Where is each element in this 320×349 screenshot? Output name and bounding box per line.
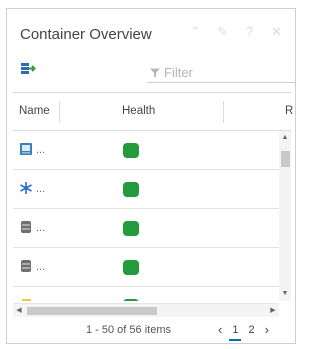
datastore-icon [21,221,31,233]
filter-field[interactable] [147,63,295,83]
table-row[interactable]: ... [13,170,279,209]
item-count: 1 - 50 of 56 items [86,324,171,336]
help-icon[interactable]: ? [243,25,256,39]
pencil-icon[interactable]: ✎ [216,25,229,39]
next-page-button[interactable]: › [260,322,274,337]
panel-toolbar [7,59,295,85]
health-status-ok [123,182,139,197]
health-status-ok [123,299,139,301]
column-header-health[interactable]: Health [122,105,155,117]
table-row[interactable]: ... [13,131,279,170]
horizontal-scrollbar[interactable]: ◀ ▶ [13,303,279,317]
filter-input[interactable] [164,65,284,80]
column-resize-handle[interactable] [223,101,224,123]
row-name[interactable]: ... [36,222,45,234]
scroll-down-icon[interactable]: ▼ [279,289,291,299]
row-name[interactable]: ... [36,183,45,195]
filter-icon [150,68,160,77]
panel-header-actions: ⌃ ✎ ? ✕ [189,25,283,39]
table-row[interactable]: ... [13,248,279,287]
chevrons-up-icon[interactable]: ⌃ [189,25,202,39]
row-name[interactable]: ... [36,144,45,156]
table-row[interactable]: ... [13,209,279,248]
horizontal-scroll-thumb[interactable] [27,307,157,315]
data-grid: Name Health R ... ... ... ... ▲ ▼ ◀ ▶ [13,92,293,317]
panel-title: Container Overview [20,26,152,43]
folder-icon [22,299,31,301]
health-status-ok [123,260,139,275]
grid-body: ... ... ... ... [13,131,279,301]
column-header-row: Name Health R [13,93,293,131]
row-name[interactable]: ... [36,300,45,301]
grid-footer: 1 - 50 of 56 items ‹ 1 2 › [7,321,295,343]
pagination: ‹ 1 2 › [213,322,274,341]
vm-icon [20,143,32,155]
health-status-ok [123,221,139,236]
column-header-r[interactable]: R [285,105,293,117]
page-1-button[interactable]: 1 [227,324,243,341]
scroll-left-icon[interactable]: ◀ [13,304,25,318]
health-status-ok [123,143,139,158]
panel-header: Container Overview ⌃ ✎ ? ✕ [7,9,295,47]
vertical-scrollbar[interactable]: ▲ ▼ [279,131,291,301]
container-overview-panel: Container Overview ⌃ ✎ ? ✕ Name Health [6,8,296,344]
snowflake-icon [20,182,32,194]
export-icon[interactable] [20,61,36,77]
datastore-icon [21,260,31,272]
column-resize-handle[interactable] [59,101,60,123]
page-2-button[interactable]: 2 [243,324,259,336]
scroll-up-icon[interactable]: ▲ [279,133,291,143]
vertical-scroll-thumb[interactable] [281,151,290,167]
column-header-name[interactable]: Name [19,105,50,117]
row-name[interactable]: ... [36,261,45,273]
table-row[interactable]: ... [13,287,279,301]
close-icon[interactable]: ✕ [270,25,283,39]
scroll-right-icon[interactable]: ▶ [267,304,279,318]
previous-page-button[interactable]: ‹ [213,322,227,337]
